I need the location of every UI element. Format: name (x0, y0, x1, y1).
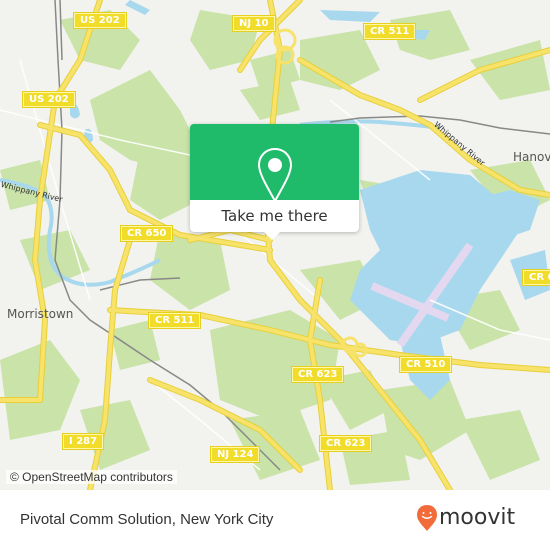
route-shield-cr-511: CR 511 (149, 313, 201, 328)
route-shield-us-202: US 202 (74, 13, 126, 28)
route-shield-cr-511: CR 511 (364, 24, 416, 39)
moovit-pin-icon (417, 505, 437, 531)
route-shield-cr-623: CR 623 (320, 436, 372, 451)
route-shield-us-202: US 202 (23, 92, 75, 107)
route-shield-cr-650: CR 650 (121, 226, 173, 241)
route-shield-nj-10: NJ 10 (233, 16, 275, 31)
moovit-wordmark: moovit (439, 505, 516, 530)
place-label-morristown: Morristown (7, 307, 74, 321)
location-popup: Take me there (190, 124, 359, 240)
route-shield-cr-510: CR 510 (400, 357, 452, 372)
take-me-there-button[interactable]: Take me there (190, 200, 359, 232)
location-title: Pivotal Comm Solution, New York City (20, 511, 274, 528)
route-shield-i-287: I 287 (63, 434, 104, 449)
moovit-logo[interactable]: moovit (416, 504, 515, 532)
map-attribution[interactable]: © OpenStreetMap contributors (6, 470, 177, 484)
route-shield-cr-6: CR 6 (523, 270, 550, 285)
place-label-hanover: Hanov (513, 150, 550, 164)
route-shield-cr-623: CR 623 (292, 367, 344, 382)
popup-pointer (264, 232, 280, 240)
route-shield-nj-124: NJ 124 (211, 447, 260, 462)
map-tiles (0, 0, 550, 490)
map[interactable]: US 202 NJ 10 CR 511 US 202 CR 650 CR 511… (0, 0, 550, 490)
footer: Pivotal Comm Solution, New York City moo… (0, 490, 550, 550)
